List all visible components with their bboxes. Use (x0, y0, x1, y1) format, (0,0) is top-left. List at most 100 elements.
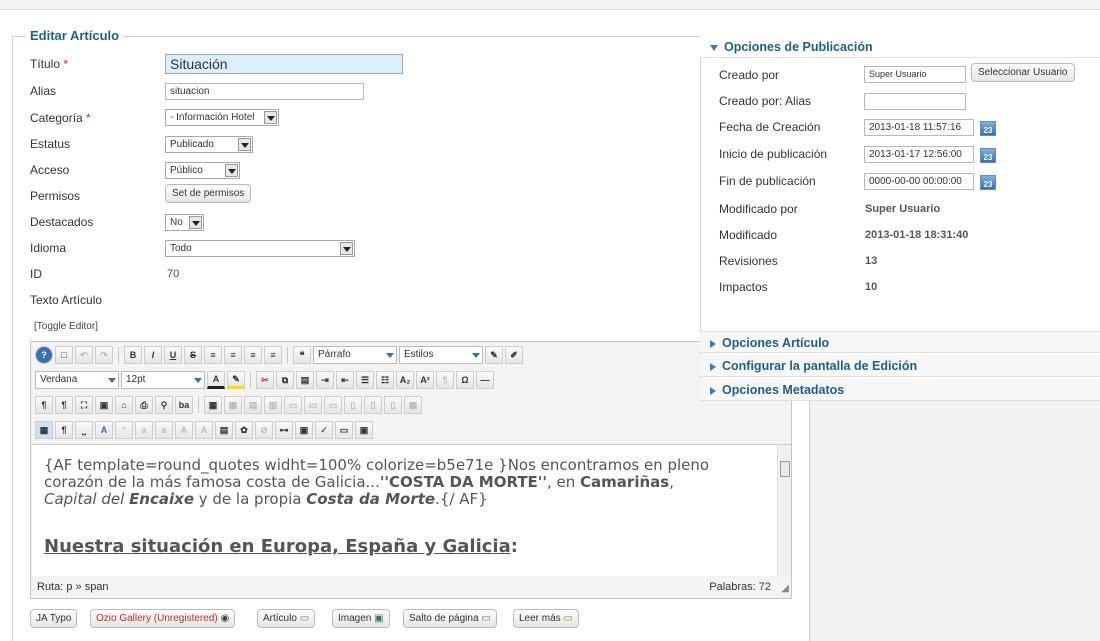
merge-cells-icon[interactable]: ▦ (404, 396, 422, 414)
undo-icon[interactable]: ↶ (75, 346, 93, 364)
print-icon[interactable]: ⎙ (135, 396, 153, 414)
cite-icon[interactable]: “ (115, 421, 133, 439)
cut-icon[interactable]: ✂ (256, 371, 274, 389)
code-icon[interactable]: ⌂ (115, 396, 133, 414)
calendar-icon[interactable]: 23 (980, 148, 996, 163)
article-options-header[interactable]: Opciones Artículo (700, 331, 1100, 353)
italic-icon[interactable]: I (144, 346, 162, 364)
ins-icon[interactable]: A (195, 421, 213, 439)
category-select[interactable]: - Información Hotel (165, 109, 279, 126)
blockquote-icon[interactable]: ❝ (293, 346, 311, 364)
preview-icon[interactable]: ▣ (95, 396, 113, 414)
paste-icon[interactable]: ▤ (296, 371, 314, 389)
col-after-icon[interactable]: ▯ (364, 396, 382, 414)
table-icon[interactable]: ▦ (204, 396, 222, 414)
editor-content-area[interactable]: {AF template=round_quotes widht=100% col… (32, 444, 777, 576)
strikethrough-icon[interactable]: S (184, 346, 202, 364)
cleanup-icon[interactable]: ✐ (505, 346, 523, 364)
superscript-icon[interactable]: A² (416, 371, 434, 389)
ozio-gallery-button[interactable]: Ozio Gallery (Unregistered) ◉ (90, 609, 236, 628)
article-button[interactable]: Artículo ▭ (257, 609, 316, 628)
acronym-icon[interactable]: a (155, 421, 173, 439)
template-icon[interactable]: ▭ (335, 421, 353, 439)
publish-up-input[interactable]: 2013-01-17 12:56:00 (864, 146, 974, 163)
attributes-icon[interactable]: ▤ (215, 421, 233, 439)
align-right-icon[interactable]: ≡ (244, 346, 262, 364)
metadata-options-header[interactable]: Opciones Metadatos (700, 379, 1100, 401)
search-icon[interactable]: ⚲ (155, 396, 173, 414)
eraser-icon[interactable]: ✎ (485, 346, 503, 364)
align-center-icon[interactable]: ≡ (224, 346, 242, 364)
ltr-icon[interactable]: ¶ (35, 396, 53, 414)
image-manager-icon[interactable]: ✿ (235, 421, 253, 439)
resize-handle-icon[interactable]: ◢ (781, 583, 789, 594)
creation-date-input[interactable]: 2013-01-18 11:57:16 (864, 119, 974, 136)
format-select[interactable]: Párrafo (313, 346, 397, 364)
calendar-icon[interactable]: 23 (980, 175, 996, 190)
read-more-button[interactable]: Leer más ▭ (513, 609, 579, 628)
col-before-icon[interactable]: ▯ (344, 396, 362, 414)
font-family-select[interactable]: Verdana (35, 371, 119, 389)
styleprops-icon[interactable]: A (95, 421, 113, 439)
unlink-icon[interactable]: ⊘ (255, 421, 273, 439)
cell-props-icon[interactable]: ▥ (264, 396, 282, 414)
spellcheck-icon[interactable]: ✓ (315, 421, 333, 439)
horizontal-rule-icon[interactable]: — (476, 371, 494, 389)
outdent-icon[interactable]: ⇤ (336, 371, 354, 389)
alias-input[interactable]: situacion (165, 83, 364, 100)
scrollbar-thumb[interactable] (780, 461, 790, 477)
row-props-icon[interactable]: ▤ (244, 396, 262, 414)
styles-select[interactable]: Estilos (399, 346, 483, 364)
underline-icon[interactable]: U (164, 346, 182, 364)
rtl-icon[interactable]: ¶ (55, 396, 73, 414)
highlight-icon[interactable]: ✎ (227, 371, 245, 389)
layer-icon[interactable]: ▣ (355, 421, 373, 439)
created-alias-input[interactable] (864, 93, 966, 110)
row-before-icon[interactable]: ▭ (284, 396, 302, 414)
delete-row-icon[interactable]: ▭ (324, 396, 342, 414)
visual-aid-icon[interactable]: ▦ (35, 421, 53, 439)
omega-icon[interactable]: Ω (456, 371, 474, 389)
del-icon[interactable]: A (175, 421, 193, 439)
align-justify-icon[interactable]: ≡ (264, 346, 282, 364)
title-input[interactable]: Situación (165, 54, 403, 74)
bullet-list-icon[interactable]: ☷ (376, 371, 394, 389)
media-icon[interactable]: ▣ (295, 421, 313, 439)
set-permissions-button[interactable]: Set de permisos (165, 184, 252, 203)
created-by-input[interactable]: Super Usuario (864, 66, 966, 83)
publishing-options-header[interactable]: Opciones de Publicación (700, 36, 1100, 58)
show-blocks-icon[interactable]: ¶ (55, 421, 73, 439)
table-props-icon[interactable]: ▦ (224, 396, 242, 414)
non-breaking-icon[interactable]: ⎵ (75, 421, 93, 439)
toggle-editor-link[interactable]: [Toggle Editor] (34, 321, 98, 332)
replace-icon[interactable]: ba (175, 396, 193, 414)
delete-col-icon[interactable]: ▯ (384, 396, 402, 414)
language-select[interactable]: Todo (165, 240, 355, 257)
image-button[interactable]: Imagen ▣ (332, 609, 390, 628)
featured-select[interactable]: No (165, 214, 204, 231)
font-size-select[interactable]: 12pt (121, 371, 205, 389)
text-color-icon[interactable]: A (207, 371, 225, 389)
calendar-icon[interactable]: 23 (980, 121, 996, 136)
special-char-dim-icon[interactable]: ¶ (436, 371, 454, 389)
copy-icon[interactable]: ⧉ (276, 371, 294, 389)
row-after-icon[interactable]: ▭ (304, 396, 322, 414)
ordered-list-icon[interactable]: ☰ (356, 371, 374, 389)
publish-down-input[interactable]: 0000-00-00 00:00:00 (864, 173, 974, 190)
align-left-icon[interactable]: ≡ (204, 346, 222, 364)
help-icon[interactable]: ? (35, 346, 53, 364)
redo-icon[interactable]: ↷ (95, 346, 113, 364)
editor-scrollbar[interactable] (777, 444, 791, 576)
bold-icon[interactable]: B (124, 346, 142, 364)
subscript-icon[interactable]: A₂ (396, 371, 414, 389)
select-user-button[interactable]: Seleccionar Usuario (971, 63, 1075, 82)
edit-screen-options-header[interactable]: Configurar la pantalla de Edición (700, 355, 1100, 377)
access-select[interactable]: Público (165, 162, 240, 179)
status-select[interactable]: Publicado (165, 136, 253, 153)
indent-icon[interactable]: ⇥ (316, 371, 334, 389)
ja-typo-button[interactable]: JA Typo (30, 609, 78, 628)
fullscreen-icon[interactable]: ⛶ (75, 396, 93, 414)
page-break-button[interactable]: Salto de página ▭ (403, 609, 497, 628)
abbr-icon[interactable]: a (135, 421, 153, 439)
new-document-icon[interactable]: □ (55, 346, 73, 364)
